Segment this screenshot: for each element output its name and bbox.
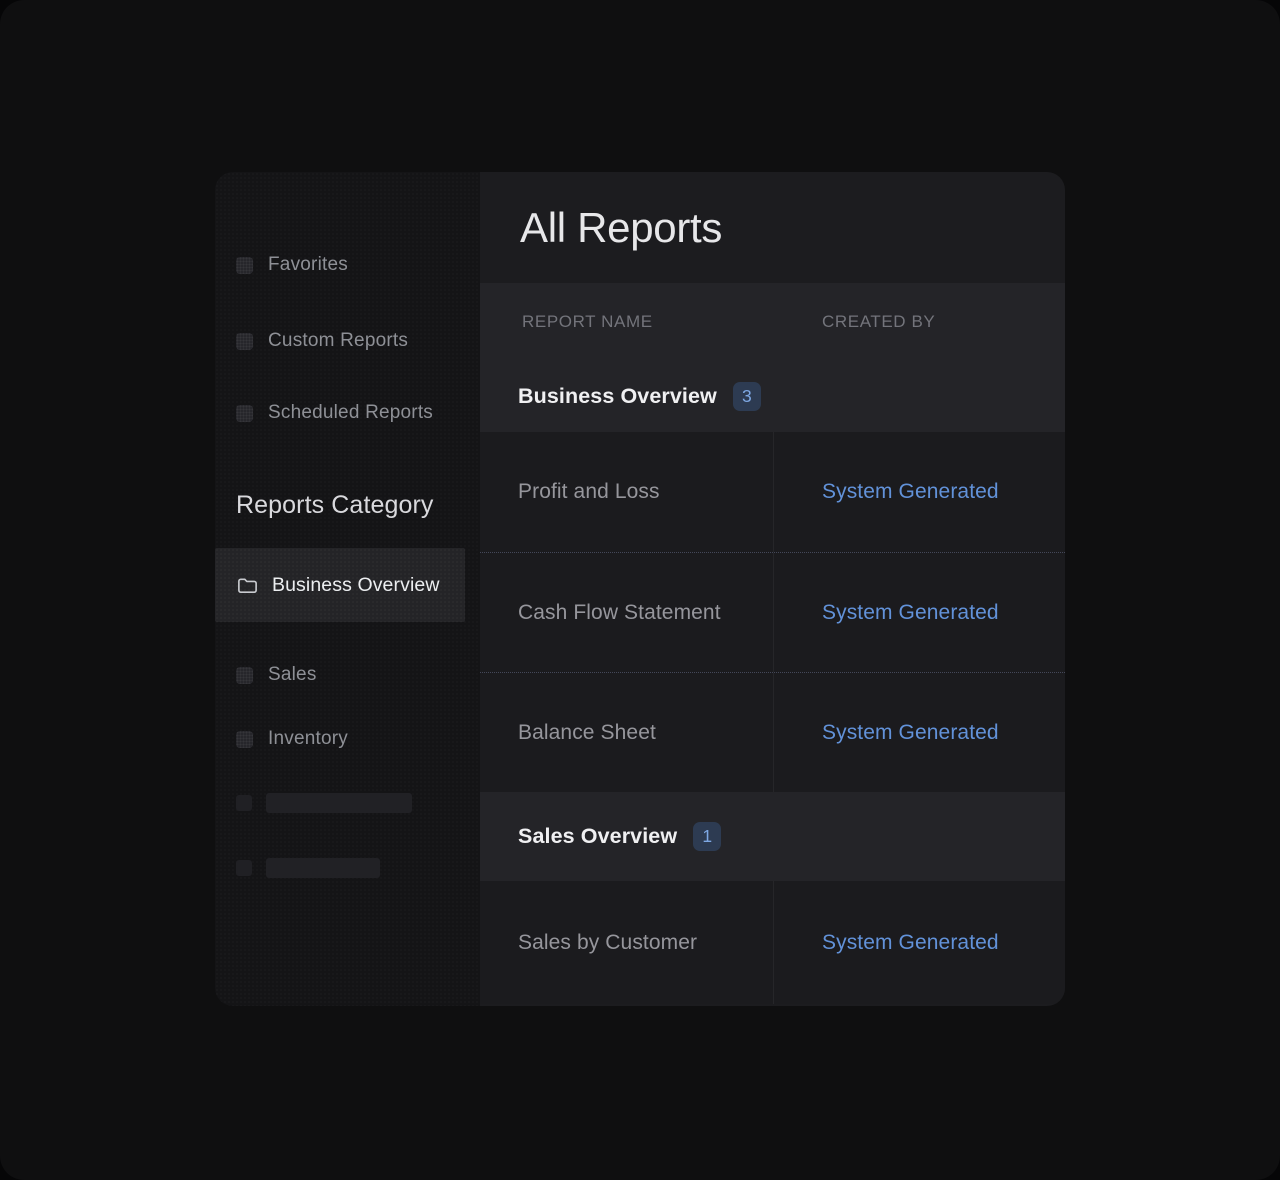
main-content: All Reports REPORT NAME CREATED BY Busin… [480, 172, 1065, 1006]
favorites-icon [236, 257, 253, 274]
report-name-cell: Balance Sheet [480, 673, 774, 792]
report-name-cell: Cash Flow Statement [480, 553, 774, 672]
table-header-band: REPORT NAME CREATED BY Business Overview… [480, 283, 1065, 432]
sidebar: Favorites Custom Reports Scheduled Repor… [215, 172, 480, 1006]
group-name: Sales Overview [518, 824, 677, 849]
title-band: All Reports [480, 172, 1065, 283]
table-row-balance-sheet[interactable]: Balance Sheet System Generated [480, 672, 1065, 792]
sidebar-skeleton-row [236, 858, 380, 878]
app-screen: Favorites Custom Reports Scheduled Repor… [0, 0, 1280, 1180]
group-header-sales-overview[interactable]: Sales Overview 1 [480, 792, 1065, 881]
sidebar-item-custom-reports[interactable]: Custom Reports [215, 326, 480, 356]
custom-reports-icon [236, 333, 253, 350]
created-by-link[interactable]: System Generated [822, 721, 999, 745]
sidebar-category-label: Business Overview [272, 574, 440, 597]
table-row-cash-flow-statement[interactable]: Cash Flow Statement System Generated [480, 552, 1065, 672]
sales-icon [236, 667, 253, 684]
sidebar-category-label: Inventory [268, 728, 348, 750]
sidebar-skeleton-row [236, 793, 412, 813]
created-by-cell: System Generated [774, 432, 1065, 552]
reports-category-heading: Reports Category [236, 490, 434, 520]
column-header-report-name: REPORT NAME [480, 312, 774, 332]
table-row-sales-by-customer[interactable]: Sales by Customer System Generated [480, 881, 1065, 1004]
table-column-headers: REPORT NAME CREATED BY [480, 283, 1065, 360]
sidebar-item-label: Custom Reports [268, 330, 408, 352]
created-by-cell: System Generated [774, 553, 1065, 672]
reports-panel: Favorites Custom Reports Scheduled Repor… [215, 172, 1065, 1006]
folder-icon [236, 574, 259, 597]
sidebar-item-scheduled-reports[interactable]: Scheduled Reports [215, 398, 480, 428]
sidebar-category-inventory[interactable]: Inventory [215, 724, 480, 754]
sidebar-item-label: Favorites [268, 254, 348, 276]
report-name-cell: Sales by Customer [480, 881, 774, 1004]
sidebar-category-business-overview[interactable]: Business Overview [215, 548, 465, 622]
created-by-cell: System Generated [774, 673, 1065, 792]
sidebar-item-label: Scheduled Reports [268, 402, 433, 424]
created-by-link[interactable]: System Generated [822, 480, 999, 504]
created-by-link[interactable]: System Generated [822, 931, 999, 955]
inventory-icon [236, 731, 253, 748]
group-count-badge: 3 [733, 382, 761, 411]
group-name: Business Overview [518, 384, 717, 409]
skeleton-bar [266, 793, 412, 813]
group-header-business-overview[interactable]: Business Overview 3 [480, 360, 1065, 432]
group-count-badge: 1 [693, 822, 721, 851]
skeleton-icon [236, 860, 252, 876]
sidebar-category-sales[interactable]: Sales [215, 660, 480, 690]
created-by-cell: System Generated [774, 881, 1065, 1004]
report-name-cell: Profit and Loss [480, 432, 774, 552]
sidebar-category-label: Sales [268, 664, 317, 686]
skeleton-bar [266, 858, 380, 878]
table-row-profit-and-loss[interactable]: Profit and Loss System Generated [480, 432, 1065, 552]
sidebar-item-favorites[interactable]: Favorites [215, 250, 480, 280]
column-header-created-by: CREATED BY [774, 312, 935, 332]
scheduled-reports-icon [236, 405, 253, 422]
created-by-link[interactable]: System Generated [822, 601, 999, 625]
page-title: All Reports [520, 204, 722, 252]
skeleton-icon [236, 795, 252, 811]
